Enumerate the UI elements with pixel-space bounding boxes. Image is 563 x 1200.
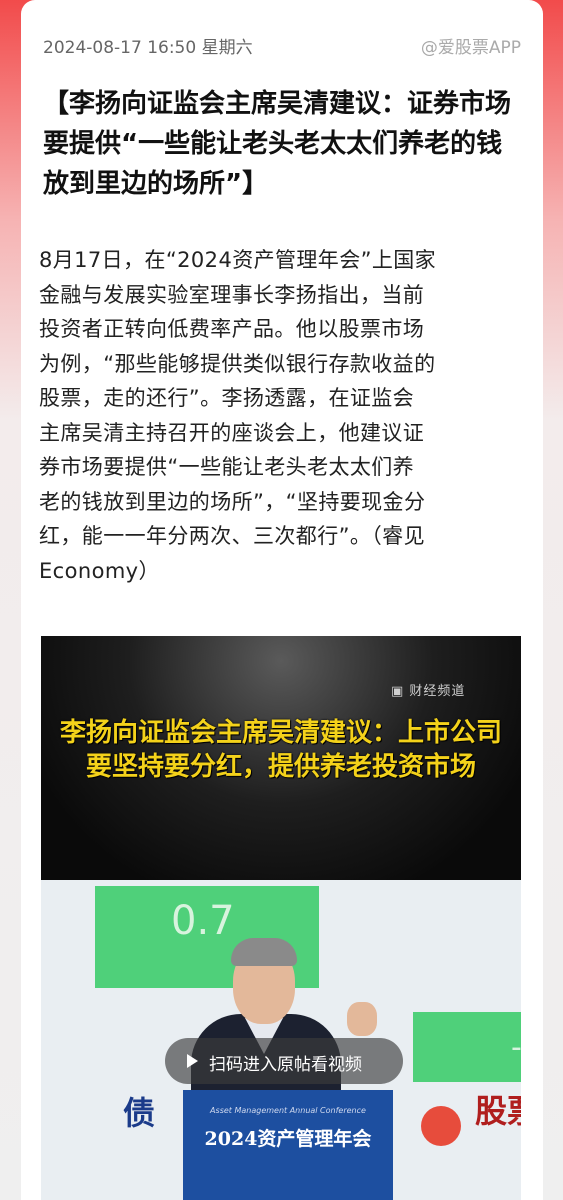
speaker-hair — [231, 938, 297, 966]
backdrop-char-left: 债 — [123, 1094, 156, 1132]
post-datetime: 2024-08-17 16:50 星期六 — [43, 38, 253, 58]
board-value-right: -0 — [511, 1030, 521, 1065]
body-line: 股票，走的还行”。李扬透露，在证监会 — [39, 386, 415, 410]
channel-logo-icon: ▣ 财经频道 — [391, 684, 466, 699]
body-line: 为例，“那些能够提供类似银行存款收益的 — [39, 351, 436, 376]
podium-title: 2024资产管理年会 — [204, 1128, 372, 1150]
body-line: 8月17日，在“2024资产管理年会”上国家 — [39, 248, 437, 272]
body-line: Economy） — [39, 558, 160, 583]
board-value-left: 0.7 — [171, 898, 235, 944]
body-line: 券市场要提供“一些能让老头老太太们养 — [39, 455, 415, 479]
speaker-hand — [347, 1002, 377, 1036]
backdrop-char-right: 股票 — [475, 1092, 521, 1130]
post-body: 8月17日，在“2024资产管理年会”上国家 金融与发展实验室理事长李扬指出，当… — [39, 243, 523, 588]
mascot-icon — [421, 1106, 461, 1146]
post-title: 【李扬向证监会主席吴清建议：证券市场要提供“一些能让老头老太太们养老的钱放到里边… — [43, 89, 512, 199]
body-line: 主席吴清主持召开的座谈会上，他建议证 — [39, 420, 425, 445]
body-line: 金融与发展实验室理事长李扬指出，当前 — [39, 282, 425, 307]
video-thumbnail[interactable]: ▣ 财经频道 李扬向证监会主席吴清建议：上市公司要坚持要分红，提供养老投资市场 … — [41, 636, 521, 1200]
video-caption: 李扬向证监会主席吴清建议：上市公司要坚持要分红，提供养老投资市场 — [59, 718, 502, 782]
body-line: 红，能一一年分两次、三次都行”。（睿见 — [39, 524, 425, 548]
body-line: 老的钱放到里边的场所”，“坚持要现金分 — [39, 489, 426, 514]
body-line: 投资者正转向低费率产品。他以股票市场 — [39, 317, 425, 341]
post-card: 2024-08-17 16:50 星期六 @爱股票APP 【李扬向证监会主席吴清… — [21, 0, 543, 1200]
play-video-button[interactable]: 扫码进入原帖看视频 — [165, 1038, 403, 1084]
screen-board-right — [413, 1012, 521, 1082]
play-icon — [187, 1054, 198, 1068]
podium-subtitle: Asset Management Annual Conference — [210, 1106, 366, 1115]
play-label: 扫码进入原帖看视频 — [209, 1055, 362, 1075]
post-source-watermark: @爱股票APP — [420, 38, 521, 58]
post-meta: 2024-08-17 16:50 星期六 @爱股票APP — [43, 33, 521, 59]
